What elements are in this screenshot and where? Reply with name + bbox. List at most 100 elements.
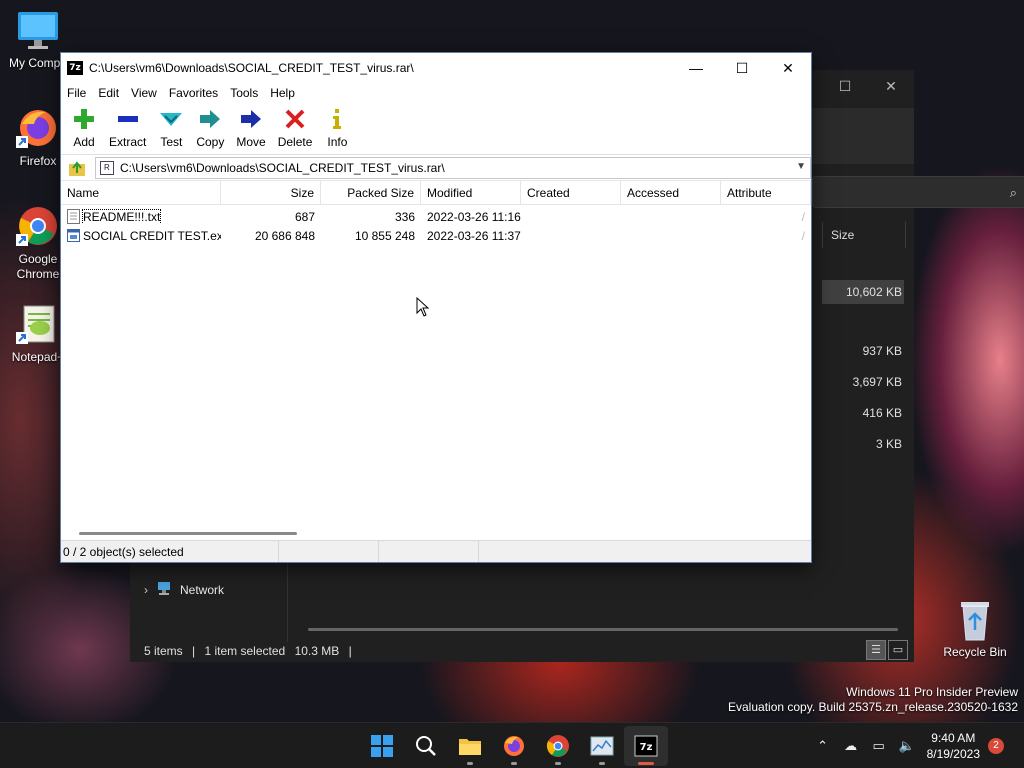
start-button[interactable] [360, 726, 404, 766]
address-text: C:\Users\vm6\Downloads\SOCIAL_CREDIT_TES… [119, 160, 445, 175]
menu-edit[interactable]: Edit [92, 86, 125, 100]
delete-button[interactable]: Delete [272, 103, 319, 154]
details-view-icon[interactable]: ☰ [866, 640, 886, 660]
explorer-size-value: 416 KB [862, 406, 902, 420]
move-button[interactable]: Move [230, 103, 271, 154]
desktop-icon-recycle-bin[interactable]: Recycle Bin [940, 598, 1010, 659]
7zip-icon: 7z [634, 735, 658, 757]
executable-file-icon [67, 229, 80, 242]
chevron-right-icon[interactable]: › [144, 583, 148, 597]
add-icon [71, 107, 97, 131]
rar-archive-icon: R [99, 160, 114, 175]
minimize-button[interactable]: — [673, 53, 719, 83]
taskbar-7zip[interactable]: 7z [624, 726, 668, 766]
file-size: 20 686 848 [254, 228, 315, 243]
tiles-view-icon[interactable]: ▭ [888, 640, 908, 660]
info-button[interactable]: Info [318, 103, 356, 154]
taskbar-search-button[interactable] [404, 726, 448, 766]
7zip-title-bar[interactable]: 7z C:\Users\vm6\Downloads\SOCIAL_CREDIT_… [61, 53, 811, 83]
menu-tools[interactable]: Tools [224, 86, 264, 100]
clock[interactable]: 9:40 AM 8/19/2023 [927, 730, 980, 762]
recycle-bin-icon [961, 602, 989, 641]
task-manager-icon [590, 736, 614, 756]
column-header-attributes[interactable]: Attribute [721, 181, 811, 204]
status-selection-count: 0 / 2 object(s) selected [61, 541, 279, 562]
file-name: SOCIAL CREDIT TEST.exe [83, 228, 221, 243]
status-separator: | [192, 644, 196, 658]
explorer-view-buttons: ☰ ▭ [866, 640, 908, 660]
chevron-up-icon[interactable]: ⌃ [809, 738, 837, 754]
notepadpp-icon [16, 302, 60, 346]
address-bar[interactable]: R C:\Users\vm6\Downloads\SOCIAL_CREDIT_T… [94, 156, 811, 179]
status-selected-count: 1 item selected [204, 644, 286, 658]
explorer-size-column-header[interactable]: Size [822, 222, 906, 248]
chrome-icon [16, 204, 60, 248]
status-cell [379, 541, 479, 562]
add-button[interactable]: Add [65, 103, 103, 154]
horizontal-scrollbar[interactable] [79, 532, 297, 535]
status-bar: 0 / 2 object(s) selected [61, 540, 811, 562]
svg-text:7z: 7z [640, 742, 653, 753]
start-icon [371, 735, 393, 757]
menu-favorites[interactable]: Favorites [163, 86, 224, 100]
explorer-maximize-button[interactable]: ☐ [822, 70, 868, 102]
maximize-button[interactable]: ☐ [719, 53, 765, 83]
extract-button[interactable]: Extract [103, 103, 152, 154]
test-icon [158, 107, 184, 131]
toolbar-label: Test [160, 135, 183, 149]
evaluation-watermark: Windows 11 Pro Insider Preview Evaluatio… [728, 685, 1018, 715]
column-header-packed-size[interactable]: Packed Size [321, 181, 421, 204]
cloud-offline-icon[interactable]: ☁ [837, 738, 865, 754]
file-packed-size: 336 [394, 209, 415, 224]
taskbar-apps: 7z [360, 723, 668, 768]
file-modified: 2022-03-26 11:16 [427, 209, 521, 224]
copy-icon [197, 107, 223, 131]
file-row[interactable]: README!!!.txt 687 336 2022-03-26 11:16 / [61, 207, 811, 226]
network-icon [156, 580, 172, 599]
taskbar: 7z ⌃ ☁ ▭ 🔈 9:40 AM 8/19/2023 2 [0, 722, 1024, 768]
watermark-line: Evaluation copy. Build 25375.zn_release.… [728, 700, 1018, 714]
copy-button[interactable]: Copy [190, 103, 230, 154]
desktop-icon-label: Recycle Bin [943, 645, 1007, 659]
info-icon [324, 107, 350, 131]
explorer-search-box[interactable]: ⌕ [812, 176, 1024, 208]
column-header-name[interactable]: Name [61, 181, 221, 204]
explorer-close-button[interactable]: ✕ [868, 70, 914, 102]
column-header-created[interactable]: Created [521, 181, 621, 204]
explorer-size-value: 3,697 KB [852, 375, 902, 389]
explorer-size-value: 937 KB [862, 344, 902, 358]
running-indicator [511, 762, 517, 765]
file-name: README!!!.txt [81, 209, 162, 224]
taskbar-firefox[interactable] [492, 726, 536, 766]
watermark-line: Windows 11 Pro Insider Preview [846, 685, 1018, 699]
status-separator: | [348, 644, 352, 658]
test-button[interactable]: Test [152, 103, 190, 154]
taskbar-file-explorer[interactable] [448, 726, 492, 766]
taskbar-chrome[interactable] [536, 726, 580, 766]
7zip-file-manager-window[interactable]: 7z C:\Users\vm6\Downloads\SOCIAL_CREDIT_… [60, 52, 812, 563]
computer-icon [16, 8, 60, 52]
chevron-down-icon[interactable]: ▼ [796, 161, 806, 172]
notification-badge[interactable]: 2 [988, 738, 1004, 754]
folder-up-icon[interactable] [65, 157, 89, 179]
column-header-size[interactable]: Size [221, 181, 321, 204]
menu-file[interactable]: File [61, 86, 92, 100]
clock-date: 8/19/2023 [926, 747, 980, 761]
explorer-horizontal-scrollbar[interactable] [308, 628, 898, 631]
column-header-accessed[interactable]: Accessed [621, 181, 721, 204]
volume-icon[interactable]: 🔈 [893, 738, 921, 754]
status-item-count: 5 items [144, 644, 183, 658]
menu-help[interactable]: Help [264, 86, 301, 100]
toolbar-label: Copy [196, 135, 225, 149]
status-selected-size: 10.3 MB [294, 644, 340, 658]
column-header-modified[interactable]: Modified [421, 181, 521, 204]
menu-view[interactable]: View [125, 86, 163, 100]
taskbar-task-manager[interactable] [580, 726, 624, 766]
chrome-icon [546, 735, 569, 757]
running-indicator [467, 762, 473, 765]
close-button[interactable]: ✕ [765, 53, 811, 83]
file-row[interactable]: SOCIAL CREDIT TEST.exe 20 686 848 10 855… [61, 226, 811, 245]
file-attributes: / [801, 209, 805, 224]
nav-item-network[interactable]: › Network [144, 580, 224, 599]
network-icon[interactable]: ▭ [865, 738, 893, 754]
